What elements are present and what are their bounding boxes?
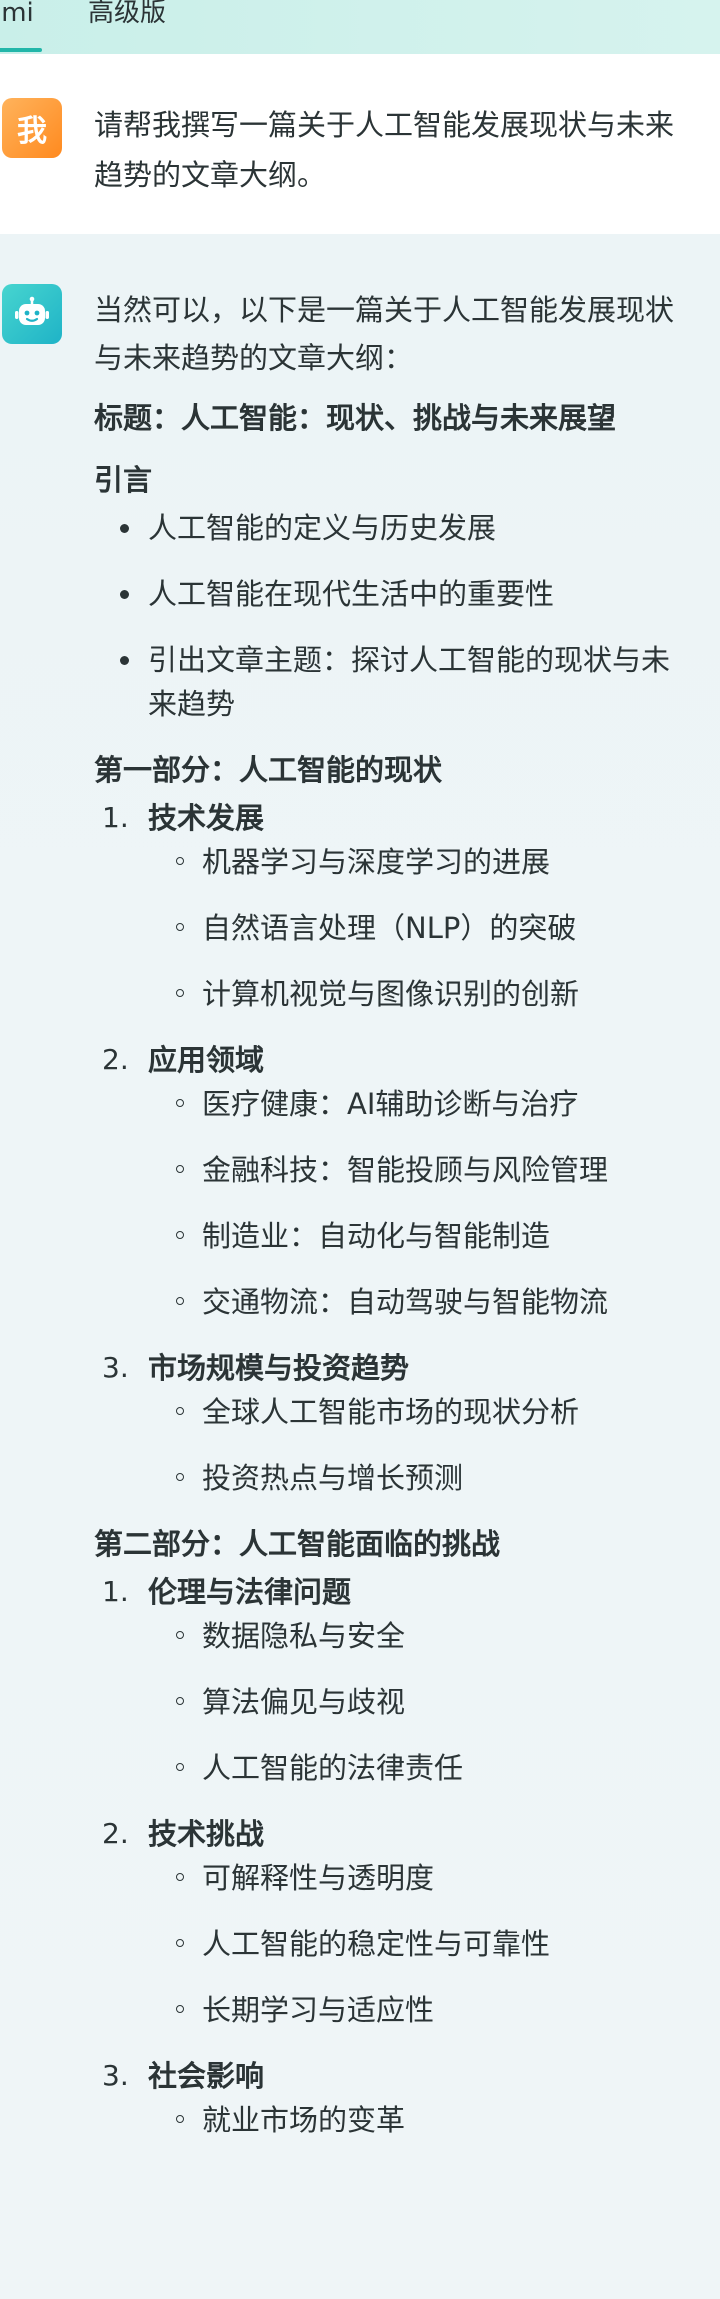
sub-item: 制造业：自动化与智能制造 [176, 1214, 694, 1258]
user-message-text: 请帮我撰写一篇关于人工智能发展现状与未来趋势的文章大纲。 [94, 108, 675, 192]
tab-kimi[interactable]: imi [0, 0, 42, 52]
section-item: 3. 市场规模与投资趋势 全球人工智能市场的现状分析 投资热点与增长预测 [94, 1346, 694, 1500]
section-item: 3. 社会影响 就业市场的变革 [94, 2054, 694, 2142]
item-number: 2. [102, 1817, 129, 1850]
item-number: 1. [102, 801, 129, 834]
assistant-message-content: 当然可以，以下是一篇关于人工智能发展现状与未来趋势的文章大纲： 标题：人工智能：… [94, 286, 694, 2164]
sub-list: 全球人工智能市场的现状分析 投资热点与增长预测 [148, 1390, 694, 1500]
robot-icon [2, 284, 62, 344]
robot-icon-glyph [15, 296, 49, 325]
item-title: 应用领域 [148, 1043, 265, 1077]
item-title: 社会影响 [148, 2059, 265, 2093]
section-heading: 第一部分：人工智能的现状 [94, 753, 443, 787]
item-number: 1. [102, 1575, 129, 1608]
user-avatar-label: 我 [17, 114, 47, 149]
sub-list: 就业市场的变革 [148, 2098, 694, 2142]
sub-item: 医疗健康：AI辅助诊断与治疗 [176, 1082, 694, 1126]
item-title: 技术挑战 [148, 1817, 265, 1851]
tab-kimi-label: imi [0, 0, 34, 28]
sub-item: 就业市场的变革 [176, 2098, 694, 2142]
sub-item: 算法偏见与歧视 [176, 1680, 694, 1724]
sub-item: 机器学习与深度学习的进展 [176, 840, 694, 884]
sub-item: 计算机视觉与图像识别的创新 [176, 972, 694, 1016]
list-item: 人工智能的定义与历史发展 [120, 506, 694, 550]
sub-item: 金融科技：智能投顾与风险管理 [176, 1148, 694, 1192]
section-item: 1. 技术发展 机器学习与深度学习的进展 自然语言处理（NLP）的突破 计算机视… [94, 796, 694, 1016]
section-list: 1. 伦理与法律问题 数据隐私与安全 算法偏见与歧视 人工智能的法律责任 2. … [94, 1570, 694, 2142]
sub-item: 人工智能的稳定性与可靠性 [176, 1922, 694, 1966]
sub-item: 人工智能的法律责任 [176, 1746, 694, 1790]
user-message: 我 请帮我撰写一篇关于人工智能发展现状与未来趋势的文章大纲。 [0, 54, 720, 234]
tab-advanced-label: 高级版 [88, 0, 167, 28]
outline-title: 标题：人工智能：现状、挑战与未来展望 [94, 401, 617, 435]
item-title: 市场规模与投资趋势 [148, 1351, 410, 1385]
tab-bar: imi 高级版 [0, 0, 720, 54]
item-number: 3. [102, 2059, 129, 2092]
active-tab-indicator [0, 48, 42, 52]
sub-item: 数据隐私与安全 [176, 1614, 694, 1658]
tab-advanced[interactable]: 高级版 [88, 0, 166, 26]
item-number: 3. [102, 1351, 129, 1384]
sub-item: 自然语言处理（NLP）的突破 [176, 906, 694, 950]
section-list: 1. 技术发展 机器学习与深度学习的进展 自然语言处理（NLP）的突破 计算机视… [94, 796, 694, 1500]
user-avatar: 我 [2, 98, 62, 158]
sub-item: 交通物流：自动驾驶与智能物流 [176, 1280, 694, 1324]
section-item: 2. 应用领域 医疗健康：AI辅助诊断与治疗 金融科技：智能投顾与风险管理 制造… [94, 1038, 694, 1324]
list-item: 引出文章主题：探讨人工智能的现状与未来趋势 [120, 638, 694, 726]
sub-list: 可解释性与透明度 人工智能的稳定性与可靠性 长期学习与适应性 [148, 1856, 694, 2032]
item-number: 2. [102, 1043, 129, 1076]
sub-item: 可解释性与透明度 [176, 1856, 694, 1900]
sub-list: 医疗健康：AI辅助诊断与治疗 金融科技：智能投顾与风险管理 制造业：自动化与智能… [148, 1082, 694, 1324]
sub-list: 数据隐私与安全 算法偏见与歧视 人工智能的法律责任 [148, 1614, 694, 1790]
assistant-intro: 当然可以，以下是一篇关于人工智能发展现状与未来趋势的文章大纲： [94, 293, 675, 375]
section-heading: 第二部分：人工智能面临的挑战 [94, 1527, 501, 1561]
sub-item: 投资热点与增长预测 [176, 1456, 694, 1500]
sub-list: 机器学习与深度学习的进展 自然语言处理（NLP）的突破 计算机视觉与图像识别的创… [148, 840, 694, 1016]
intro-list: 人工智能的定义与历史发展 人工智能在现代生活中的重要性 引出文章主题：探讨人工智… [94, 506, 694, 726]
section-item: 1. 伦理与法律问题 数据隐私与安全 算法偏见与歧视 人工智能的法律责任 [94, 1570, 694, 1790]
item-title: 技术发展 [148, 801, 265, 835]
section-item: 2. 技术挑战 可解释性与透明度 人工智能的稳定性与可靠性 长期学习与适应性 [94, 1812, 694, 2032]
sub-item: 长期学习与适应性 [176, 1988, 694, 2032]
sub-item: 全球人工智能市场的现状分析 [176, 1390, 694, 1434]
list-item: 人工智能在现代生活中的重要性 [120, 572, 694, 616]
intro-heading: 引言 [94, 463, 153, 497]
item-title: 伦理与法律问题 [148, 1575, 352, 1609]
